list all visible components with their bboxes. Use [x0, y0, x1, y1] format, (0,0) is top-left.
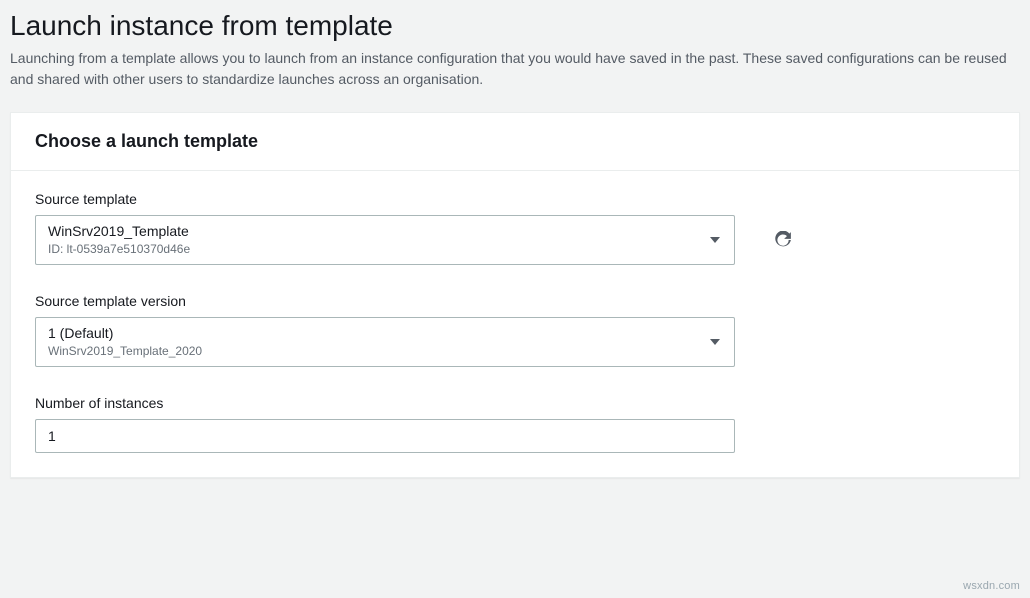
source-template-selected: WinSrv2019_Template	[48, 222, 698, 240]
source-version-field: Source template version 1 (Default) WinS…	[35, 293, 995, 367]
chevron-down-icon	[710, 237, 720, 243]
source-template-field: Source template WinSrv2019_Template ID: …	[35, 191, 995, 265]
choose-template-panel: Choose a launch template Source template…	[10, 112, 1020, 478]
num-instances-input[interactable]	[35, 419, 735, 453]
source-version-sub: WinSrv2019_Template_2020	[48, 344, 698, 360]
source-version-select[interactable]: 1 (Default) WinSrv2019_Template_2020	[35, 317, 735, 367]
source-template-select[interactable]: WinSrv2019_Template ID: lt-0539a7e510370…	[35, 215, 735, 265]
page-title: Launch instance from template	[10, 10, 1020, 42]
num-instances-field: Number of instances	[35, 395, 995, 453]
num-instances-label: Number of instances	[35, 395, 995, 411]
chevron-down-icon	[710, 339, 720, 345]
panel-body: Source template WinSrv2019_Template ID: …	[11, 171, 1019, 477]
refresh-icon	[774, 231, 792, 249]
refresh-button[interactable]	[771, 228, 795, 252]
watermark: wsxdn.com	[963, 580, 1020, 592]
panel-header: Choose a launch template	[11, 113, 1019, 171]
source-version-selected: 1 (Default)	[48, 324, 698, 342]
source-template-label: Source template	[35, 191, 995, 207]
page-description: Launching from a template allows you to …	[10, 48, 1010, 90]
source-template-id: ID: lt-0539a7e510370d46e	[48, 242, 698, 258]
panel-heading: Choose a launch template	[35, 131, 995, 152]
source-version-label: Source template version	[35, 293, 995, 309]
